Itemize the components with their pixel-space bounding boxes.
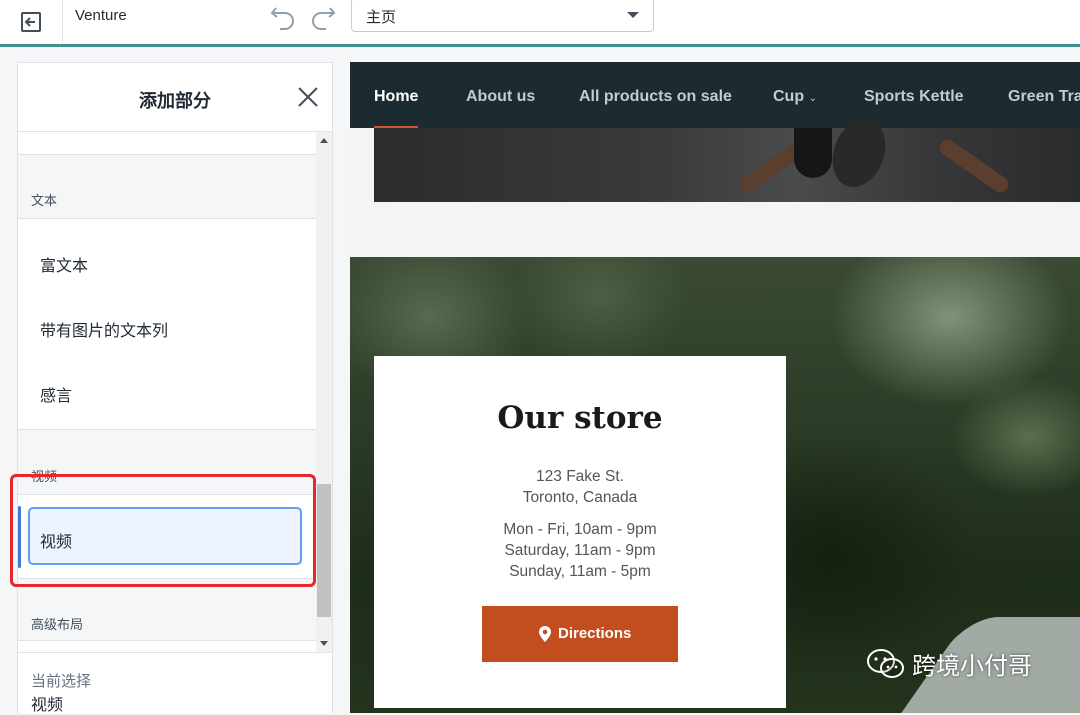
hero-image	[374, 111, 1080, 202]
theme-name: Venture	[75, 7, 127, 24]
previous-group-card	[18, 132, 316, 155]
close-icon[interactable]	[296, 85, 320, 109]
chevron-down-icon: ⌄	[808, 93, 817, 104]
directions-button[interactable]: Directions	[482, 606, 678, 662]
add-section-panel: 添加部分 文本 富文本 带有图片的文本列 感言 视频 视频 高级布局 当前选择 …	[17, 62, 333, 714]
editor-topbar: Venture 主页	[0, 0, 1080, 47]
page-select[interactable]: 主页	[351, 0, 654, 32]
undo-icon[interactable]	[268, 2, 298, 32]
group-label-text: 文本	[31, 193, 58, 208]
exit-button[interactable]	[0, 0, 63, 44]
store-title: Our store	[497, 400, 663, 436]
store-hours-sunday: Sunday, 11am - 5pm	[509, 563, 651, 580]
store-address-line2: Toronto, Canada	[522, 489, 638, 506]
scroll-thumb[interactable]	[317, 484, 331, 617]
nav-cup[interactable]: Cup ⌄	[773, 88, 817, 106]
store-nav: Home About us All products on sale Cup ⌄…	[350, 62, 1080, 128]
annotation-highlight-box	[10, 474, 316, 587]
redo-icon[interactable]	[308, 2, 338, 32]
text-group-card: 富文本 带有图片的文本列 感言	[18, 218, 316, 430]
panel-header: 添加部分	[18, 63, 332, 132]
scroll-down-icon[interactable]	[320, 641, 328, 646]
advanced-group-card	[18, 640, 316, 652]
nav-sports-kettle[interactable]: Sports Kettle	[864, 88, 964, 106]
watermark: 跨境小付哥	[866, 646, 1032, 681]
nav-green-tea[interactable]: Green Tra	[1008, 88, 1080, 106]
list-item-testimonials[interactable]: 感言	[40, 382, 72, 406]
list-item-text-columns-with-images[interactable]: 带有图片的文本列	[40, 317, 168, 341]
nav-all-products[interactable]: All products on sale	[579, 88, 732, 106]
map-pin-icon	[539, 626, 551, 642]
exit-icon	[21, 12, 41, 32]
store-hours-weekdays: Mon - Fri, 10am - 9pm	[503, 521, 657, 538]
nav-cup-label: Cup	[773, 88, 805, 105]
theme-preview: Home About us All products on sale Cup ⌄…	[350, 62, 1080, 713]
store-hours-saturday: Saturday, 11am - 9pm	[504, 542, 656, 559]
current-selection-value: 视频	[31, 697, 64, 714]
current-selection-label: 当前选择	[31, 673, 92, 690]
store-address-line1: 123 Fake St.	[536, 468, 624, 485]
nav-home[interactable]: Home	[374, 88, 418, 106]
list-item-rich-text[interactable]: 富文本	[40, 252, 88, 276]
store-info-card: Our store 123 Fake St. Toronto, Canada M…	[374, 356, 786, 708]
scroll-up-icon[interactable]	[320, 138, 328, 143]
directions-label: Directions	[558, 625, 632, 642]
watermark-text: 跨境小付哥	[912, 653, 1032, 680]
wechat-icon	[867, 648, 904, 678]
page-select-value: 主页	[366, 9, 397, 26]
chevron-down-icon	[627, 12, 639, 18]
panel-title: 添加部分	[139, 91, 211, 111]
scrollbar[interactable]	[316, 132, 332, 652]
group-label-advanced: 高级布局	[31, 617, 84, 632]
nav-about-us[interactable]: About us	[466, 88, 535, 106]
current-selection: 当前选择 视频	[18, 652, 332, 714]
